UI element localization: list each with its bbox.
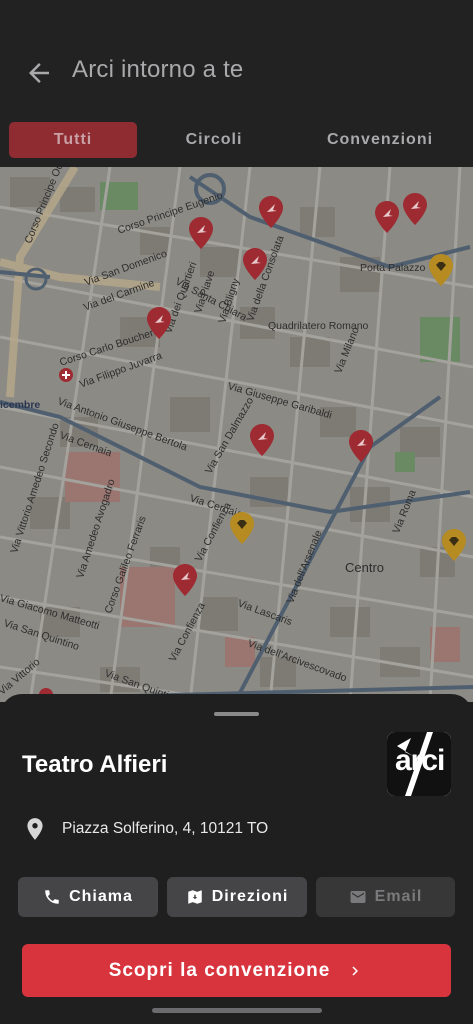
logo-text: arci — [395, 744, 445, 777]
location-pin-icon — [27, 818, 43, 840]
email-button[interactable]: Email — [316, 877, 455, 917]
map-pin-circolo[interactable] — [349, 430, 373, 462]
map-pin-circolo[interactable] — [259, 196, 283, 228]
map-pin-icon — [403, 193, 427, 225]
map-pin-icon — [442, 529, 466, 561]
home-indicator[interactable] — [152, 1008, 322, 1013]
directions-button[interactable]: Direzioni — [167, 877, 307, 917]
discover-convention-button[interactable]: Scopri la convenzione — [22, 944, 451, 997]
map-pin-icon — [349, 430, 373, 462]
place-name: Teatro Alfieri — [22, 751, 168, 778]
map-pin-convenzione[interactable] — [442, 529, 466, 561]
map-pin-icon — [429, 254, 453, 286]
tab-convenzioni[interactable]: Convenzioni — [300, 122, 460, 158]
tab-circoli[interactable]: Circoli — [150, 122, 278, 158]
map-pin-circolo[interactable] — [403, 193, 427, 225]
directions-button-label: Direzioni — [211, 888, 289, 905]
tab-tutti[interactable]: Tutti — [9, 122, 137, 158]
phone-icon — [45, 890, 59, 904]
page-title: Arci intorno a te — [72, 56, 244, 83]
map-directions-icon — [187, 890, 202, 904]
map-pin-icon — [173, 564, 197, 596]
map-pin-circolo[interactable] — [147, 307, 171, 339]
map-pin-circolo[interactable] — [375, 201, 399, 233]
map-label: Centro — [345, 560, 385, 575]
email-button-label: Email — [374, 888, 423, 905]
map-label: Porta Palazzo — [360, 262, 426, 274]
mail-icon — [350, 891, 366, 903]
cta-label: Scopri la convenzione — [108, 959, 331, 981]
filter-tabs: Tutti Circoli Convenzioni — [0, 115, 473, 167]
map-pin-icon — [147, 307, 171, 339]
map-pin-icon — [259, 196, 283, 228]
map-pin-icon — [189, 217, 213, 249]
place-bottom-sheet: Teatro Alfieri arci Piazza Solferino, 4,… — [0, 694, 473, 1024]
map-view[interactable]: Corso Principe Oddone Corso Principe Eug… — [0, 167, 473, 702]
map-pin-circolo[interactable] — [173, 564, 197, 596]
sheet-drag-handle[interactable] — [214, 712, 259, 716]
map-pin-icon — [250, 424, 274, 456]
address-row: Piazza Solferino, 4, 10121 TO — [22, 814, 268, 844]
app-header: Arci intorno a te — [0, 0, 473, 115]
map-pin-circolo[interactable] — [250, 424, 274, 456]
arci-logo: arci — [387, 732, 451, 796]
call-button-label: Chiama — [69, 888, 133, 905]
call-button[interactable]: Chiama — [18, 877, 158, 917]
address-text: Piazza Solferino, 4, 10121 TO — [62, 820, 269, 837]
map-pin-convenzione[interactable] — [230, 512, 254, 544]
map-pin-icon — [375, 201, 399, 233]
map-pin-circolo[interactable] — [189, 217, 213, 249]
arrow-left-icon — [29, 63, 49, 83]
map-pin-convenzione[interactable] — [429, 254, 453, 286]
chevron-right-icon — [352, 966, 359, 975]
back-button[interactable] — [24, 58, 54, 88]
map-pin-icon — [230, 512, 254, 544]
map-label: icembre — [0, 399, 41, 411]
map-pin-icon — [243, 248, 267, 280]
map-pin-circolo[interactable] — [243, 248, 267, 280]
